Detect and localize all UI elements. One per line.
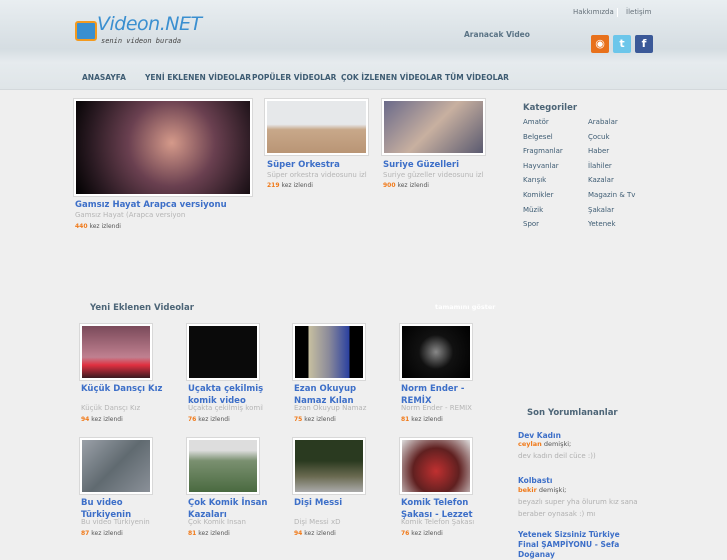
video-desc: Bu video Türkiyenin xyxy=(81,518,150,526)
show-all-link[interactable]: tamamını göster xyxy=(435,303,495,311)
view-count: 219 kez izlendi xyxy=(267,182,313,189)
logo-tagline: senin videon burada xyxy=(101,37,182,45)
video-thumbnail[interactable] xyxy=(292,437,366,495)
category-link[interactable]: Kazalar xyxy=(588,176,614,184)
video-thumbnail[interactable] xyxy=(399,437,473,495)
video-desc: Ezan Okuyup Namaz xyxy=(294,404,367,412)
nav-home[interactable]: ANASAYFA xyxy=(82,73,126,82)
divider xyxy=(617,8,618,17)
twitter-icon[interactable]: t xyxy=(613,35,631,53)
view-count: 87 kez izlendi xyxy=(81,530,123,537)
video-desc: Küçük Dansçı Kız xyxy=(81,404,141,412)
category-link[interactable]: Şakalar xyxy=(588,206,614,214)
new-videos-title: Yeni Eklenen Videolar xyxy=(90,303,194,313)
video-desc: Uçakta çekilmiş komik xyxy=(188,404,263,412)
category-link[interactable]: Çocuk xyxy=(588,133,610,141)
comment-video-title[interactable]: Kolbastı xyxy=(518,476,552,485)
categories-title: Kategoriler xyxy=(523,103,578,113)
featured-desc: Gamsız Hayat (Arapca versiyon xyxy=(75,211,186,219)
category-link[interactable]: Magazin & Tv xyxy=(588,191,635,199)
video-title[interactable]: Dişi Messi xyxy=(294,497,384,509)
video-title[interactable]: Süper Orkestra xyxy=(267,159,340,171)
comments-title: Son Yorumlananlar xyxy=(527,408,618,418)
comment-text: beyazlı super yha ölurum kız sana berabe… xyxy=(518,498,638,518)
featured-title[interactable]: Gamsız Hayat Arapca versiyonu xyxy=(75,199,227,211)
view-count: 94 kez izlendi xyxy=(81,416,123,423)
comment-video-title[interactable]: Dev Kadın xyxy=(518,431,561,440)
video-desc: Suriye güzeller videosunu izl xyxy=(383,171,483,179)
video-desc: Norm Ender - REMİX xyxy=(401,404,472,412)
category-link[interactable]: Belgesel xyxy=(523,133,553,141)
comment-text: dev kadın deil cüce :)) xyxy=(518,452,596,460)
video-desc: Dişi Messi xD xyxy=(294,518,341,526)
video-desc: Süper orkestra videosunu izle xyxy=(267,171,367,179)
view-count: 76 kez izlendi xyxy=(188,416,230,423)
video-thumbnail[interactable] xyxy=(186,437,260,495)
category-link[interactable]: Komikler xyxy=(523,191,553,199)
logo[interactable]: Videon.NET senin videon burada xyxy=(75,13,205,49)
video-title[interactable]: Suriye Güzelleri xyxy=(383,159,459,171)
category-link[interactable]: Spor xyxy=(523,220,539,228)
category-link[interactable]: Fragmanlar xyxy=(523,147,563,155)
nav-popular-videos[interactable]: POPÜLER VİDEOLAR xyxy=(252,73,336,82)
about-link[interactable]: Hakkımızda xyxy=(573,8,614,16)
video-thumbnail[interactable] xyxy=(79,437,153,495)
view-count: 440 kez izlendi xyxy=(75,223,121,230)
view-count: 75 kez izlendi xyxy=(294,416,336,423)
nav-most-watched[interactable]: ÇOK İZLENEN VİDEOLAR xyxy=(341,73,442,82)
view-count: 81 kez izlendi xyxy=(401,416,443,423)
tv-logo-icon xyxy=(75,21,97,41)
facebook-icon[interactable]: f xyxy=(635,35,653,53)
comment-author: bekir demişki; xyxy=(518,486,567,494)
category-link[interactable]: Müzik xyxy=(523,206,543,214)
view-count: 76 kez izlendi xyxy=(401,530,443,537)
category-link[interactable]: Karışık xyxy=(523,176,546,184)
view-count: 94 kez izlendi xyxy=(294,530,336,537)
category-link[interactable]: İlahiler xyxy=(588,162,612,170)
rss-icon[interactable]: ◉ xyxy=(591,35,609,53)
comment-video-title[interactable]: Yetenek Sizsiniz Türkiye Final ŞAMPİYONU… xyxy=(518,530,643,560)
contact-link[interactable]: İletişim xyxy=(626,8,651,16)
category-link[interactable]: Arabalar xyxy=(588,118,618,126)
video-thumbnail[interactable] xyxy=(399,323,473,381)
video-thumbnail[interactable] xyxy=(381,98,486,156)
category-link[interactable]: Amatör xyxy=(523,118,549,126)
search-label: Aranacak Video xyxy=(464,30,530,39)
video-title[interactable]: Küçük Dansçı Kız xyxy=(81,383,171,395)
comment-author: ceylan demişki; xyxy=(518,440,572,448)
category-link[interactable]: Yetenek xyxy=(588,220,616,228)
video-thumbnail[interactable] xyxy=(79,323,153,381)
nav-all-videos[interactable]: TÜM VİDEOLAR xyxy=(445,73,509,82)
view-count: 81 kez izlendi xyxy=(188,530,230,537)
video-thumbnail[interactable] xyxy=(292,323,366,381)
category-link[interactable]: Haber xyxy=(588,147,609,155)
nav-new-videos[interactable]: YENİ EKLENEN VİDEOLAR xyxy=(145,73,251,82)
featured-thumbnail[interactable] xyxy=(73,98,253,197)
video-desc: Komik Telefon Şakası - xyxy=(401,518,476,526)
view-count: 900 kez izlendi xyxy=(383,182,429,189)
category-link[interactable]: Hayvanlar xyxy=(523,162,559,170)
video-desc: Çok Komik İnsan xyxy=(188,518,246,526)
logo-text: Videon.NET xyxy=(97,13,202,35)
video-thumbnail[interactable] xyxy=(264,98,369,156)
video-thumbnail[interactable] xyxy=(186,323,260,381)
